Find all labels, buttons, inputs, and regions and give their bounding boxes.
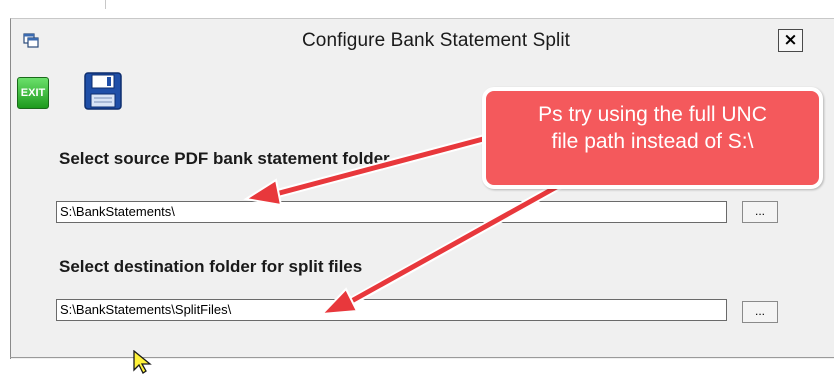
- callout-line-1: Ps try using the full UNC: [538, 103, 767, 126]
- callout-line-2: file path instead of S:\: [551, 130, 754, 153]
- exit-button[interactable]: EXIT: [17, 77, 49, 109]
- destination-folder-label: Select destination folder for split file…: [59, 257, 363, 276]
- background-strip: [0, 0, 834, 11]
- source-browse-button[interactable]: ...: [742, 201, 778, 223]
- dialog-title: Configure Bank Statement Split: [301, 30, 571, 51]
- floppy-save-icon: [84, 72, 122, 110]
- close-button[interactable]: ×: [778, 29, 803, 52]
- source-folder-label: Select source PDF bank statement folder: [59, 149, 390, 168]
- window-app-icon: [23, 33, 39, 48]
- save-button[interactable]: [83, 71, 123, 111]
- annotation-callout: Ps try using the full UNC file path inst…: [482, 87, 823, 189]
- destination-folder-input[interactable]: S:\BankStatements\SplitFiles\: [56, 299, 727, 321]
- background-divider: [105, 0, 106, 9]
- destination-browse-button[interactable]: ...: [742, 301, 778, 323]
- title-bar[interactable]: Configure Bank Statement Split ×: [11, 19, 834, 63]
- mouse-cursor-icon: [133, 350, 152, 374]
- source-folder-input[interactable]: S:\BankStatements\: [56, 201, 727, 223]
- exit-icon: EXIT: [20, 87, 46, 99]
